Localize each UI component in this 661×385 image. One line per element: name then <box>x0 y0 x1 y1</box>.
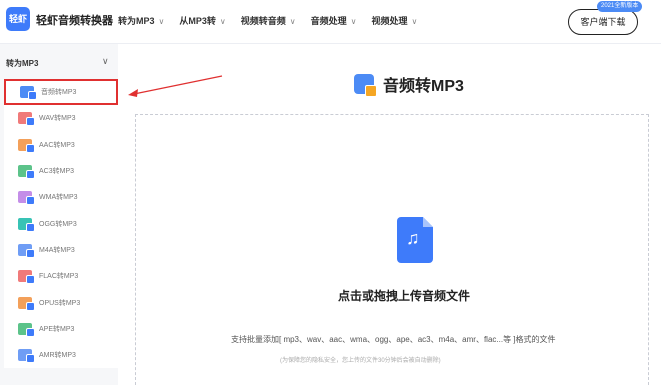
nav-label: 音频处理 <box>310 16 347 26</box>
nav-label: 视频转音频 <box>240 16 286 26</box>
sidebar-item[interactable]: WAV转MP3 <box>4 105 118 131</box>
chevron-down-icon: ∨ <box>158 17 165 26</box>
sidebar-item[interactable]: M4A转MP3 <box>4 237 118 263</box>
chevron-down-icon: ∨ <box>219 17 226 26</box>
main-nav: 转为MP3 ∨ 从MP3转 ∨ 视频转音频 ∨ 音频处理 ∨ 视频处理 ∨ <box>118 14 417 27</box>
sidebar-item-label: AC3转MP3 <box>39 168 75 176</box>
sidebar-item-label: OPUS转MP3 <box>39 299 81 307</box>
sidebar-list: 音频转MP3 WAV转MP3 AAC转MP3 AC3转MP3 WMA转MP3 OGG转MP… <box>4 79 118 369</box>
audio-format-icon <box>18 322 35 337</box>
sidebar-item-label: FLAC转MP3 <box>39 273 79 281</box>
sidebar-item[interactable]: APE转MP3 <box>4 316 118 342</box>
audio-format-icon <box>18 243 35 258</box>
nav-video-processing[interactable]: 视频处理 ∨ <box>372 14 418 27</box>
audio-format-icon <box>18 296 35 311</box>
sidebar-item[interactable]: FLAC转MP3 <box>4 263 118 289</box>
sidebar-item[interactable]: AC3转MP3 <box>4 158 118 184</box>
audio-format-icon <box>18 138 35 153</box>
sidebar-item-label: 音频转MP3 <box>41 89 77 97</box>
audio-format-icon <box>18 165 35 180</box>
app-logo-icon[interactable]: 轻虾 <box>6 7 30 31</box>
audio-format-icon <box>20 86 37 101</box>
nav-from-mp3[interactable]: 从MP3转 ∨ <box>179 14 225 27</box>
sidebar: 转为MP3 ∨ 音频转MP3 WAV转MP3 AAC转MP3 AC3转MP3 WMA转M… <box>0 44 118 385</box>
sidebar-item-label: OGG转MP3 <box>39 220 77 228</box>
chevron-down-icon: ∨ <box>411 17 418 26</box>
sidebar-section-header[interactable]: 转为MP3 ∨ <box>0 52 118 74</box>
upload-label[interactable]: 点击或拖拽上传音频文件 <box>338 287 470 304</box>
sidebar-item[interactable]: WMA转MP3 <box>4 184 118 210</box>
nav-to-mp3[interactable]: 转为MP3 ∨ <box>118 14 164 27</box>
privacy-hint: (为保障您的隐私安全，您上传的文件30分钟后会被自动删除) <box>280 358 441 364</box>
chevron-down-icon: ∨ <box>289 17 296 26</box>
top-header: 轻虾 轻虾音频转换器 转为MP3 ∨ 从MP3转 ∨ 视频转音频 ∨ 音频处理 ∨ 视频… <box>0 0 661 44</box>
nav-label: 从MP3转 <box>179 16 216 26</box>
sidebar-item[interactable]: OGG转MP3 <box>4 210 118 236</box>
app-name[interactable]: 轻虾音频转换器 <box>36 12 113 28</box>
page-title: 音频转MP3 <box>383 78 464 95</box>
sidebar-item-label: AMR转MP3 <box>39 352 76 360</box>
new-version-badge: 2021全新版本 <box>597 1 643 12</box>
sidebar-item[interactable]: OPUS转MP3 <box>4 289 118 315</box>
nav-audio-processing[interactable]: 音频处理 ∨ <box>311 14 357 27</box>
sidebar-item[interactable]: AMR转MP3 <box>4 342 118 368</box>
music-note-icon: ♫ <box>406 228 420 248</box>
sidebar-section-label: 转为MP3 <box>6 59 39 68</box>
audio-format-icon <box>18 217 35 232</box>
chevron-down-icon: ∨ <box>350 17 357 26</box>
audio-format-icon <box>18 270 35 285</box>
arrow-head <box>128 89 138 97</box>
chevron-down-icon: ∨ <box>102 56 109 66</box>
nav-label: 转为MP3 <box>118 16 155 26</box>
sidebar-item-label: WMA转MP3 <box>39 194 78 202</box>
sidebar-item[interactable]: AAC转MP3 <box>4 132 118 158</box>
sidebar-item[interactable]: 音频转MP3 <box>4 79 118 106</box>
nav-video-to-audio[interactable]: 视频转音频 ∨ <box>241 14 296 27</box>
supported-formats-hint: 支持批量添加[ mp3、wav、aac、wma、ogg、ape、ac3、m4a、… <box>231 335 556 344</box>
nav-label: 视频处理 <box>371 16 408 26</box>
audio-format-icon <box>18 191 35 206</box>
sidebar-item-label: WAV转MP3 <box>39 115 76 123</box>
audio-file-icon <box>354 74 377 97</box>
sidebar-item-label: AAC转MP3 <box>39 141 75 149</box>
audio-format-icon <box>18 112 35 127</box>
sidebar-item-label: APE转MP3 <box>39 325 75 333</box>
audio-format-icon <box>18 349 35 364</box>
sidebar-item-label: M4A转MP3 <box>39 246 75 254</box>
page-title-block: 音频转MP3 <box>354 72 464 97</box>
arrow-shaft <box>133 75 223 95</box>
client-download-button[interactable]: 客户端下载 <box>568 9 638 35</box>
